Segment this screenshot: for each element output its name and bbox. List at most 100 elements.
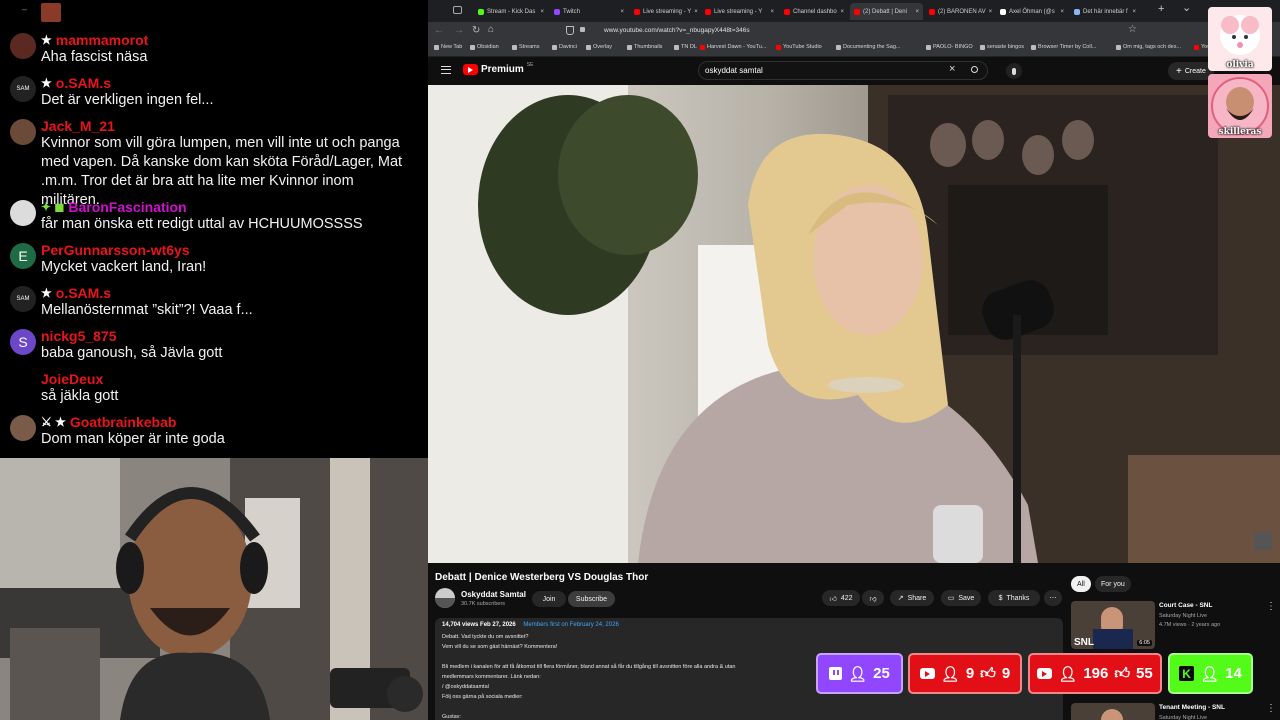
browser-tab[interactable]: (2) BARONEN AV × [925,3,994,20]
bookmark-item[interactable]: Thumbnails [627,44,662,50]
tab-close-icon[interactable]: × [840,9,844,15]
voice-search-icon[interactable] [1006,63,1022,79]
corner-image-olivia: olivia [1208,7,1272,71]
browser-tab[interactable]: Live streaming - Y × [630,3,699,20]
bookmark-item[interactable]: Om mig, tags och des... [1116,44,1181,50]
bookmark-item[interactable]: PAOLO- BINGO [926,44,973,50]
chat-avatar[interactable] [10,33,36,59]
browser-tab[interactable]: Stream - Kick Das × [474,3,548,20]
chat-username[interactable]: nickg5_875 [41,328,117,344]
chat-username[interactable]: Jack_M_21 [41,118,115,134]
tab-close-icon[interactable]: × [620,9,624,15]
chat-username[interactable]: BaronFascination [68,199,186,215]
bookmark-icon [776,44,781,50]
browser-tab[interactable]: Det här innebär f × [1070,3,1140,20]
bookmark-item[interactable]: YouTube Studio [776,44,822,50]
bookmark-item[interactable]: Documenting the Sag... [836,44,900,50]
bookmark-item[interactable]: Davinci [552,44,577,50]
chat-avatar[interactable]: SAM [10,286,36,312]
create-button[interactable]: + Create [1168,62,1214,80]
related-title[interactable]: Court Case - SNL [1159,602,1212,609]
related-video-card[interactable]: Tenant Meeting - SNL Saturday Night Live ⋮ [1071,703,1276,720]
youtube-logo[interactable]: Premium SE [463,61,534,75]
bookmark-label: PAOLO- BINGO [933,44,973,50]
thanks-button[interactable]: $ Thanks [988,590,1040,606]
video-player[interactable] [428,85,1280,563]
save-button[interactable]: ▭ Save [941,590,981,606]
more-options-icon[interactable]: ⋮ [1266,703,1276,714]
tab-close-icon[interactable]: × [1060,9,1064,15]
filter-chip[interactable]: All [1071,576,1091,592]
tab-close-icon[interactable]: × [915,9,919,15]
watch-details: Debatt | Denice Westerberg VS Douglas Th… [428,563,1280,720]
menu-icon[interactable] [441,66,451,74]
related-thumbnail[interactable]: SNL 6:05 [1071,601,1155,649]
bookmark-star-icon[interactable]: ☆ [1128,24,1137,35]
bookmark-item[interactable]: senaste bingos [980,44,1024,50]
more-options-icon[interactable]: ⋮ [1266,601,1276,612]
bookmark-icon [470,44,475,50]
tab-close-icon[interactable]: × [1132,9,1136,15]
join-button[interactable]: Join [532,591,566,607]
chat-username[interactable]: o.SAM.s [56,75,111,91]
browser-tab[interactable]: Live streaming - Y × [701,3,778,20]
back-icon[interactable]: ← [434,25,444,36]
related-channel[interactable]: Saturday Night Live [1159,715,1207,720]
chat-username[interactable]: mammamorot [56,32,149,48]
dislike-button[interactable]: 👎︎ [862,590,884,606]
bookmark-item[interactable]: Overlay [586,44,612,50]
tab-close-icon[interactable]: × [770,9,774,15]
chat-username[interactable]: JoieDeux [41,371,103,387]
search-input[interactable]: oskyddat samtal [705,66,763,75]
chat-username[interactable]: Goatbrainkebab [70,414,177,430]
related-channel[interactable]: Saturday Night Live [1159,613,1207,619]
clear-search-icon[interactable]: × [949,63,955,75]
search-box[interactable]: oskyddat samtal × [698,61,988,80]
region-label: SE [526,61,534,68]
bookmark-item[interactable]: Streams [512,44,539,50]
chat-avatar[interactable]: S [10,329,36,355]
browser-tab[interactable]: (2) Debatt | Deni × [850,3,923,20]
browser-tab[interactable]: Axel Öhman (@s × [996,3,1068,20]
bookmark-item[interactable]: TN DL [674,44,697,50]
chat-avatar[interactable] [10,415,36,441]
tab-favicon-icon [705,8,711,15]
related-thumbnail[interactable] [1071,703,1155,720]
bookmark-item[interactable]: Obsidian [470,44,499,50]
subscribe-button[interactable]: Subscribe [568,591,615,607]
kick-icon: K [1179,666,1195,681]
browser-tab[interactable]: Channel dashbo × [780,3,848,20]
chat-avatar[interactable] [10,200,36,226]
twitch-viewer-count: 25 [873,665,890,682]
chat-username[interactable]: PerGunnarsson-wt6ys [41,242,190,258]
related-title[interactable]: Tenant Meeting - SNL [1159,704,1225,711]
channel-avatar[interactable] [435,588,455,608]
tab-close-icon[interactable]: × [989,9,993,15]
reload-icon[interactable]: ↻ [472,25,480,36]
tab-close-icon[interactable]: × [694,9,698,15]
browser-tab[interactable]: Twitch × [550,3,628,20]
home-icon[interactable]: ⌂ [488,24,494,35]
chat-avatar[interactable]: E [10,243,36,269]
like-button[interactable]: 👍︎ 422 [822,590,860,606]
tab-actions-icon[interactable] [453,6,462,14]
chat-avatar[interactable] [10,119,36,145]
bookmark-item[interactable]: Harvest Dawn - YouTu... [700,44,766,50]
share-icon: ↗ [897,595,904,602]
channel-name[interactable]: Oskyddat Samtal [461,590,526,599]
related-video-card[interactable]: SNL 6:05 Court Case - SNL Saturday Night Li… [1071,601,1276,649]
chat-username[interactable]: o.SAM.s [56,285,111,301]
bookmark-item[interactable]: New Tab [434,44,462,50]
new-tab-icon[interactable]: + [1158,3,1164,15]
share-button[interactable]: ↗ Share [890,590,934,606]
filter-chip[interactable]: For you [1095,576,1131,592]
chat-avatar[interactable]: SAM [10,76,36,102]
tab-close-icon[interactable]: × [540,9,544,15]
bookmark-item[interactable]: Browser Timer by Coll... [1031,44,1096,50]
url-text[interactable]: www.youtube.com/watch?v=_nbugapyX448t=34… [604,27,750,34]
bookmark-icon [1031,44,1036,50]
more-actions-button[interactable]: ⋯ [1044,590,1062,606]
tab-list-icon[interactable]: ⌄ [1182,1,1191,14]
search-icon[interactable] [971,66,978,73]
forward-icon[interactable]: → [454,25,464,36]
